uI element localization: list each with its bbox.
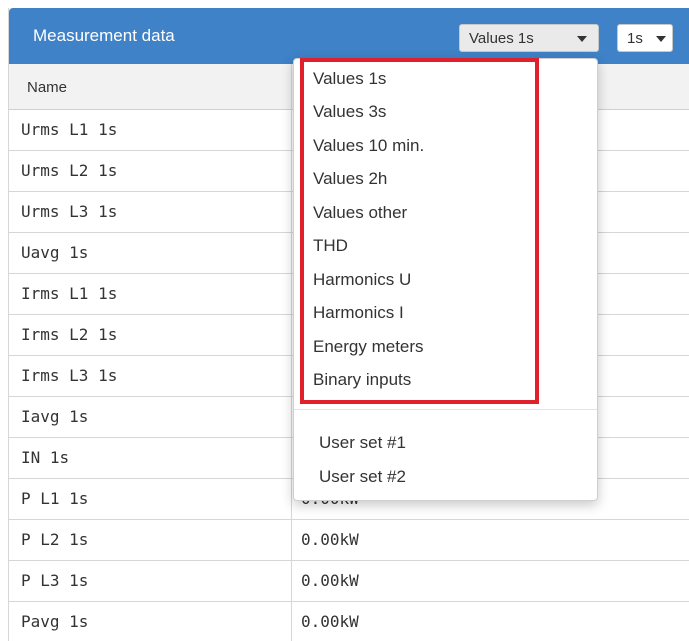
- row-name: Urms L2 1s: [21, 161, 118, 180]
- menu-divider: [294, 409, 597, 410]
- menu-item-user-set[interactable]: User set #1: [319, 433, 406, 453]
- row-name: Iavg 1s: [21, 407, 89, 426]
- chevron-down-icon: [656, 36, 666, 42]
- column-header-name[interactable]: Name: [27, 79, 67, 96]
- row-name: Uavg 1s: [21, 243, 89, 262]
- panel-title: Measurement data: [33, 26, 175, 45]
- table-row[interactable]: Pavg 1s 0.00kW: [9, 602, 689, 641]
- chevron-down-icon: [577, 36, 587, 42]
- row-name: Urms L1 1s: [21, 120, 118, 139]
- row-value: 0.00kW: [301, 612, 359, 631]
- row-name: P L3 1s: [21, 571, 89, 590]
- panel-header: Measurement data Values 1s 1s: [9, 8, 689, 64]
- table-row[interactable]: P L2 1s 0.00kW: [9, 520, 689, 561]
- row-name: Irms L2 1s: [21, 325, 118, 344]
- row-name: Urms L3 1s: [21, 202, 118, 221]
- menu-item[interactable]: Values 3s: [313, 102, 386, 122]
- menu-item[interactable]: Values 2h: [313, 169, 387, 189]
- menu-item[interactable]: Harmonics U: [313, 270, 411, 290]
- menu-item[interactable]: Binary inputs: [313, 370, 411, 390]
- menu-item[interactable]: THD: [313, 236, 348, 256]
- row-name: P L2 1s: [21, 530, 89, 549]
- values-select[interactable]: Values 1s: [459, 24, 599, 52]
- menu-item[interactable]: Energy meters: [313, 337, 424, 357]
- menu-item-user-set[interactable]: User set #2: [319, 467, 406, 487]
- interval-select[interactable]: 1s: [617, 24, 673, 52]
- menu-item[interactable]: Harmonics I: [313, 303, 404, 323]
- row-value: 0.00kW: [301, 530, 359, 549]
- values-dropdown-menu: Values 1s Values 3s Values 10 min. Values 2…: [293, 58, 598, 501]
- menu-item[interactable]: Values 1s: [313, 69, 386, 89]
- row-value: 0.00kW: [301, 571, 359, 590]
- column-divider: [291, 64, 292, 641]
- menu-item[interactable]: Values 10 min.: [313, 136, 424, 156]
- menu-item[interactable]: Values other: [313, 203, 407, 223]
- row-name: Irms L1 1s: [21, 284, 118, 303]
- row-name: Pavg 1s: [21, 612, 89, 631]
- row-name: IN 1s: [21, 448, 70, 467]
- interval-select-label: 1s: [627, 30, 643, 47]
- table-row[interactable]: P L3 1s 0.00kW: [9, 561, 689, 602]
- values-select-label: Values 1s: [469, 30, 534, 47]
- row-name: Irms L3 1s: [21, 366, 118, 385]
- row-name: P L1 1s: [21, 489, 89, 508]
